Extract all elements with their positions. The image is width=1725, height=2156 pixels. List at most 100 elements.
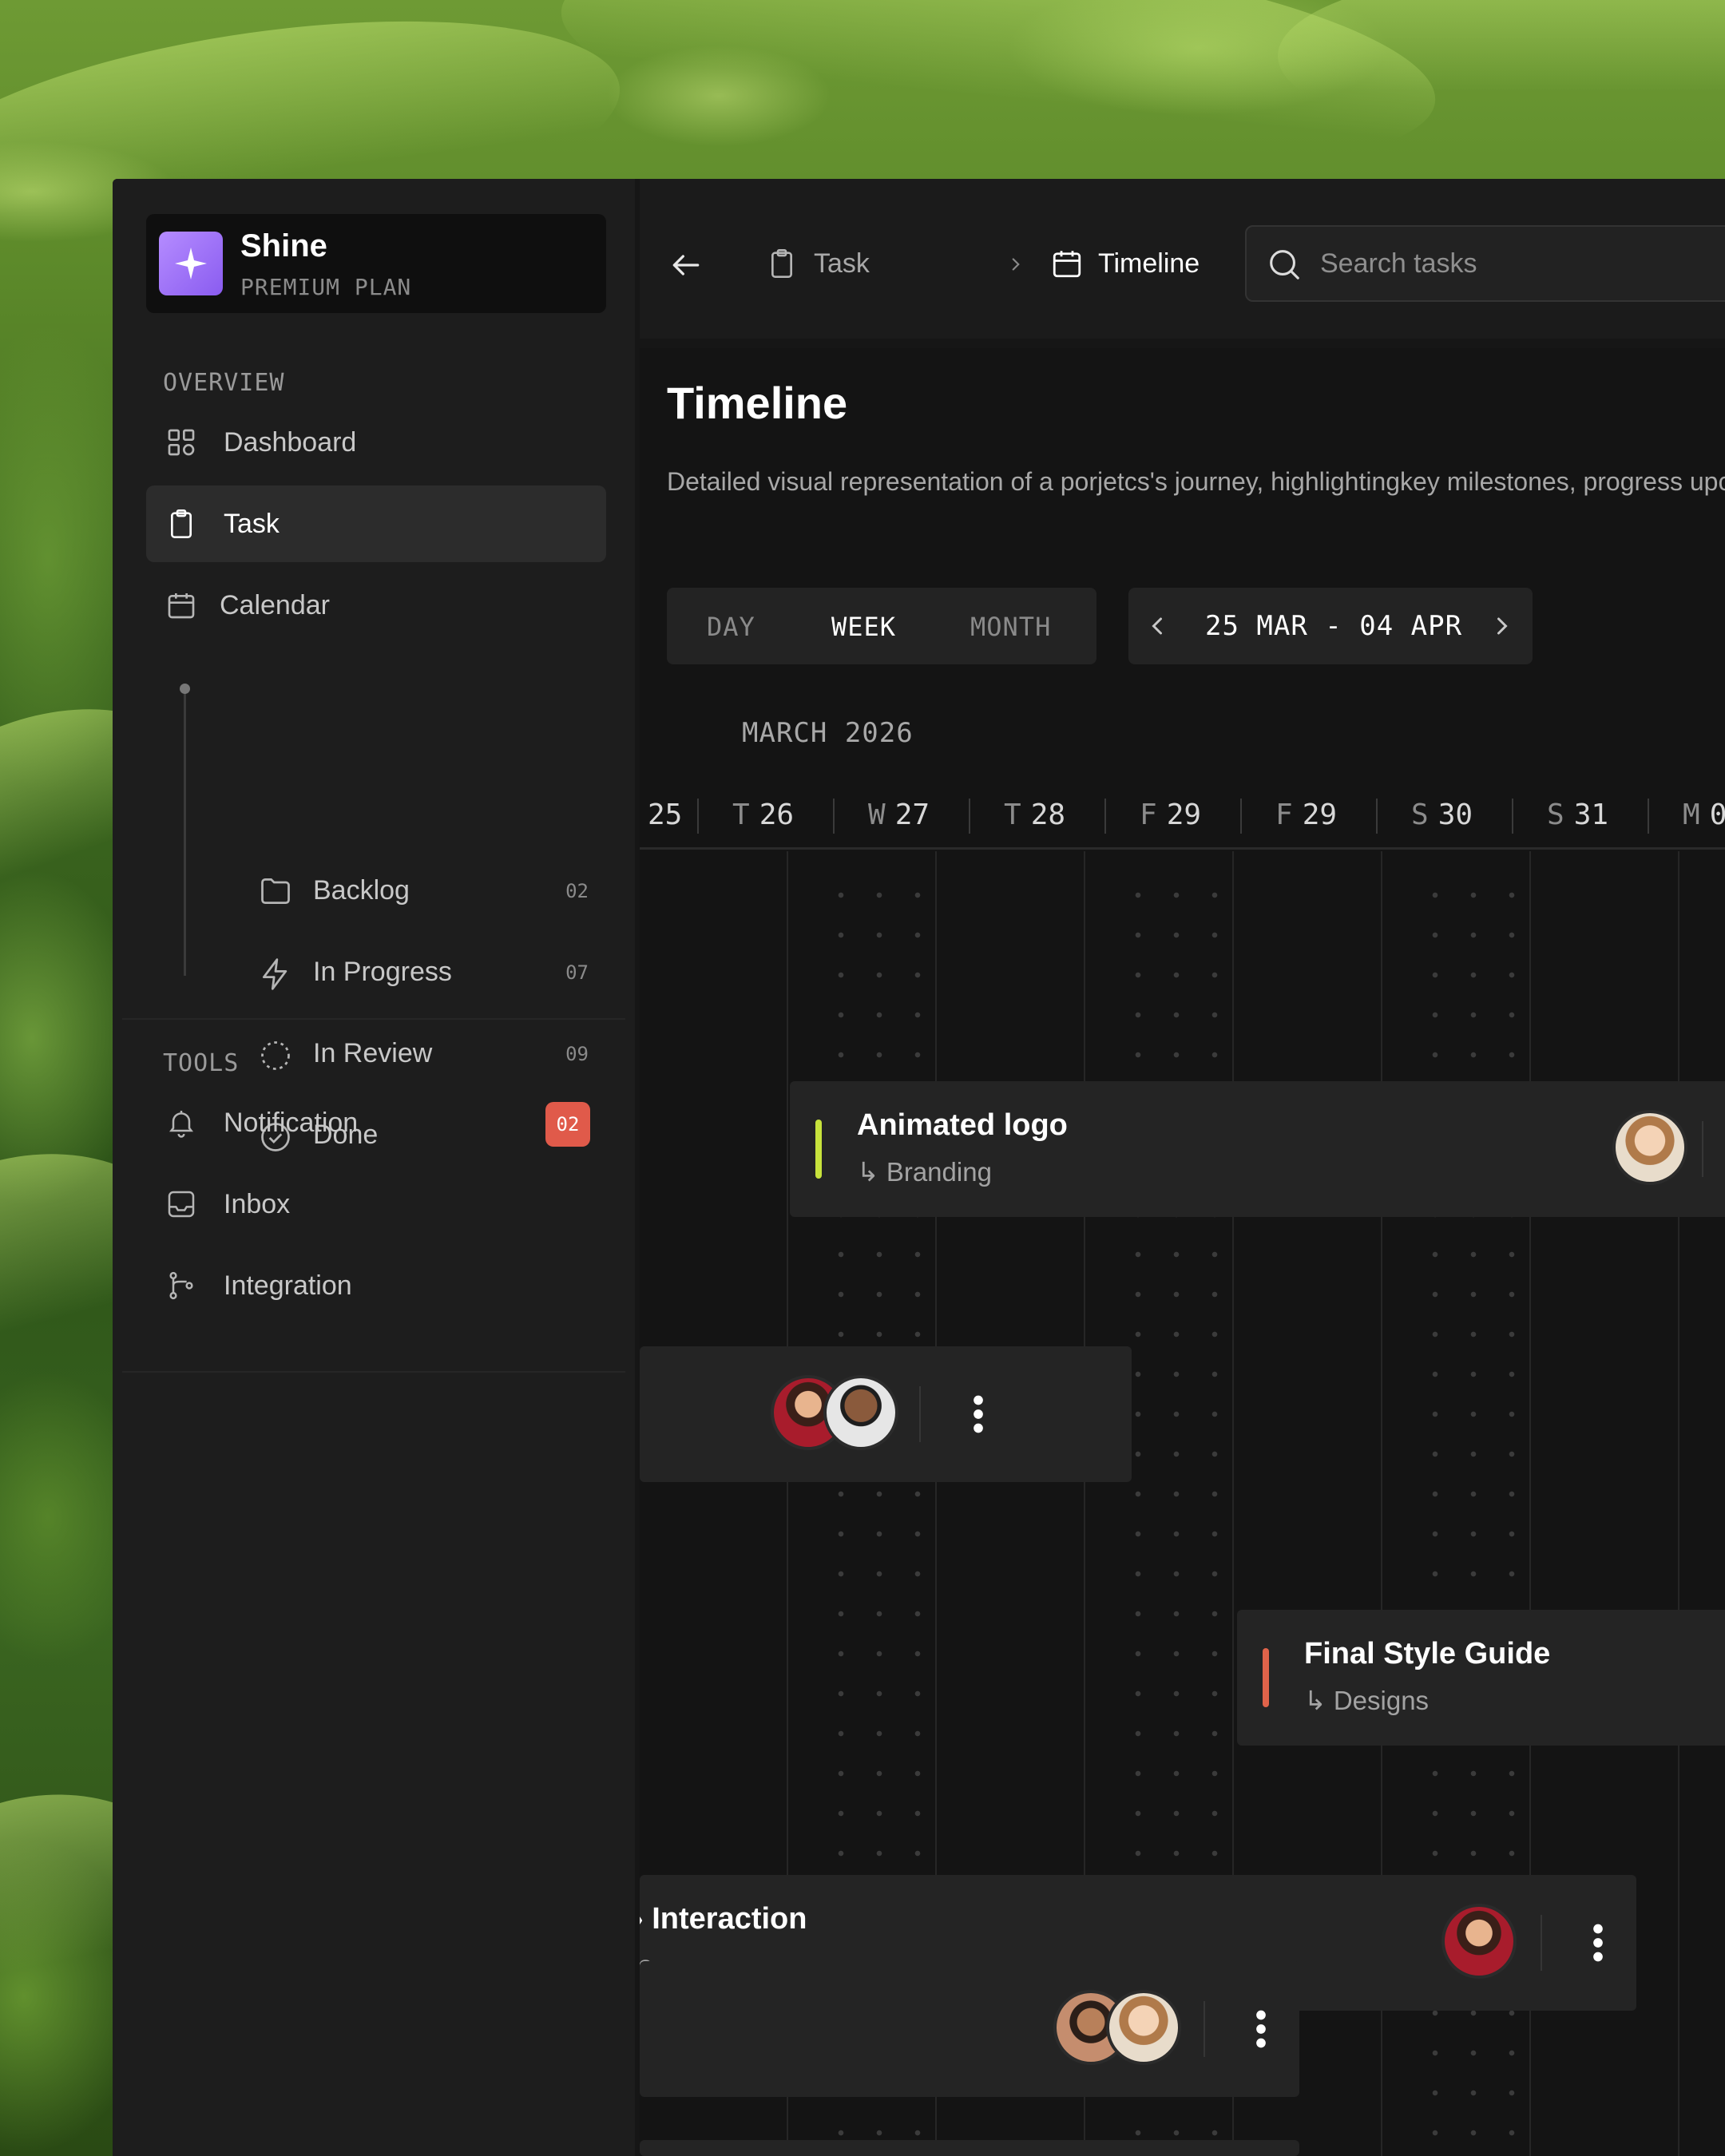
view-option-month[interactable]: MONTH xyxy=(970,612,1051,642)
separator xyxy=(1204,2001,1205,2057)
bell-icon xyxy=(165,1107,197,1139)
top-bar: Task Timeline xyxy=(640,179,1725,339)
sidebar-item-task[interactable]: Task xyxy=(146,485,606,562)
view-option-week[interactable]: WEEK xyxy=(831,612,896,642)
notification-badge: 02 xyxy=(545,1102,590,1147)
lightning-icon xyxy=(258,957,291,990)
day-label: S 30 xyxy=(1411,799,1473,831)
avatar[interactable] xyxy=(823,1375,898,1450)
chevron-right-icon xyxy=(1005,252,1026,280)
section-title-tools: TOOLS xyxy=(163,1049,240,1077)
search-input[interactable] xyxy=(1320,244,1719,283)
breadcrumb-task[interactable]: Task xyxy=(766,246,870,281)
calendar-icon xyxy=(165,589,197,621)
task-bar-bottom[interactable] xyxy=(640,1961,1299,2097)
chevron-right-icon[interactable] xyxy=(1488,612,1517,640)
brand-plan: PREMIUM PLAN xyxy=(240,274,412,300)
sidebar-item-label: Task xyxy=(224,508,280,539)
sidebar-item-notification[interactable]: Notification 02 xyxy=(146,1084,606,1161)
chevron-left-icon[interactable] xyxy=(1143,612,1172,640)
more-vertical-icon[interactable] xyxy=(961,1386,996,1442)
sidebar-subitem-in-progress[interactable]: In Progress 07 xyxy=(146,934,606,1011)
day-label: 25 xyxy=(648,799,683,831)
view-option-day[interactable]: DAY xyxy=(707,612,755,642)
page-description: Detailed visual representation of a porj… xyxy=(667,467,1725,496)
grid-line xyxy=(1678,851,1679,2156)
day-header-cell: F 29 xyxy=(1240,779,1376,850)
avatar[interactable] xyxy=(1106,1990,1181,2065)
task-bar-animated-logo[interactable]: Animated logo ↳ Branding xyxy=(790,1081,1725,1217)
search-box[interactable] xyxy=(1245,225,1725,302)
task-accent xyxy=(815,1120,822,1179)
day-label: F 29 xyxy=(1140,799,1202,831)
section-title-overview: OVERVIEW xyxy=(163,369,285,397)
task-bar[interactable] xyxy=(640,2140,1299,2156)
task-title: › Interaction xyxy=(640,1902,807,1936)
sidebar-item-label: Calendar xyxy=(220,589,330,620)
sidebar-item-label: Integration xyxy=(224,1270,352,1301)
day-label: F 29 xyxy=(1275,799,1338,831)
more-vertical-icon[interactable] xyxy=(1580,1915,1616,1971)
workspace-switcher[interactable]: Shine PREMIUM PLAN xyxy=(146,214,606,313)
folder-icon xyxy=(258,874,291,907)
brand-name: Shine xyxy=(240,228,327,264)
grid-icon xyxy=(165,426,197,458)
page-title: Timeline xyxy=(667,378,848,428)
dashed-circle-icon xyxy=(258,1038,291,1072)
sidebar-item-inbox[interactable]: Inbox xyxy=(146,1166,606,1242)
breadcrumb-label: Timeline xyxy=(1098,248,1200,279)
sidebar-divider xyxy=(122,1018,625,1020)
day-header-cell: S 31 xyxy=(1512,779,1648,850)
task-bar[interactable] xyxy=(640,1346,1132,1482)
sidebar-divider xyxy=(122,1371,625,1373)
calendar-icon xyxy=(1050,246,1082,281)
day-label: M0 xyxy=(1683,799,1725,831)
day-header-cell: F 29 xyxy=(1104,779,1240,850)
day-header-cell: T 28 xyxy=(969,779,1104,850)
back-arrow-icon[interactable] xyxy=(668,248,704,283)
sidebar-subitem-count: 02 xyxy=(565,880,589,902)
day-header-cell: M0 xyxy=(1648,779,1725,850)
day-label: W 27 xyxy=(868,799,930,831)
day-header-cell: W 27 xyxy=(833,779,969,850)
git-branch-icon xyxy=(165,1270,197,1302)
sidebar-subitem-label: In Progress xyxy=(313,957,452,987)
clipboard-icon xyxy=(165,508,197,540)
day-header: 25 T 26 W 27 T 28 F 29 F 29 S 30 S 31 M … xyxy=(640,779,1725,850)
task-subtitle: ↳ Designs xyxy=(1304,1686,1430,1715)
separator xyxy=(1541,1915,1542,1971)
day-label: T 28 xyxy=(1004,799,1066,831)
month-label: MARCH 2026 xyxy=(742,717,914,749)
separator xyxy=(1702,1121,1703,1177)
task-title: Animated logo xyxy=(857,1108,1068,1142)
task-title: Final Style Guide xyxy=(1304,1637,1551,1671)
inbox-icon xyxy=(165,1188,197,1220)
sidebar-subitem-backlog[interactable]: Backlog 02 xyxy=(146,853,606,929)
sidebar-subitem-label: In Review xyxy=(313,1038,433,1068)
day-label: S 31 xyxy=(1547,799,1609,831)
clipboard-icon xyxy=(766,246,798,281)
sparkle-icon xyxy=(159,232,223,295)
task-bar-final-style-guide[interactable]: Final Style Guide ↳ Designs xyxy=(1237,1610,1725,1746)
separator xyxy=(919,1386,921,1442)
avatar[interactable] xyxy=(1441,1904,1517,1979)
tree-line xyxy=(184,688,186,976)
day-label: T 26 xyxy=(732,799,795,831)
task-accent xyxy=(1263,1648,1269,1707)
sidebar-item-integration[interactable]: Integration xyxy=(146,1247,606,1324)
day-header-cell: T 26 xyxy=(697,779,833,850)
search-icon xyxy=(1266,246,1303,283)
more-vertical-icon[interactable] xyxy=(1243,2001,1279,2057)
avatar[interactable] xyxy=(1612,1110,1687,1185)
sidebar-item-label: Inbox xyxy=(224,1188,291,1219)
sidebar-item-label: Notification xyxy=(224,1107,359,1138)
sidebar-item-dashboard[interactable]: Dashboard xyxy=(146,404,606,481)
sidebar-item-calendar[interactable]: Calendar xyxy=(146,567,606,644)
sidebar-subitem-count: 07 xyxy=(565,961,589,984)
breadcrumb-timeline[interactable]: Timeline xyxy=(1050,246,1200,281)
task-subtitle: ↳ Branding xyxy=(857,1157,992,1187)
day-header-cell: S 30 xyxy=(1376,779,1512,850)
app-window: Shine PREMIUM PLAN OVERVIEW Dashboard Ta… xyxy=(113,179,1725,2156)
timeline-panel: Timeline Detailed visual representation … xyxy=(640,348,1725,2156)
tree-node xyxy=(180,684,190,694)
